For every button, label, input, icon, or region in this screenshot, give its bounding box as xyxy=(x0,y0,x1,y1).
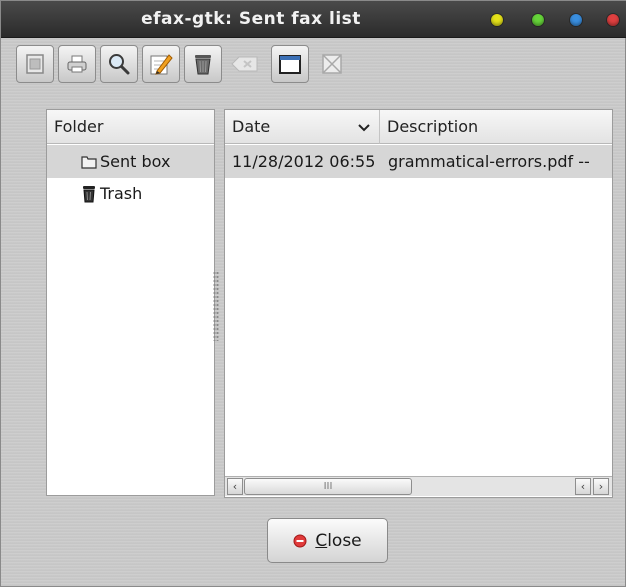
close-mnemonic: C xyxy=(315,530,328,551)
close-label-rest: lose xyxy=(327,530,362,551)
titlebar[interactable]: efax-gtk: Sent fax list xyxy=(1,1,626,38)
fax-date-cell: 11/28/2012 06:55 xyxy=(232,152,376,171)
chevron-down-icon xyxy=(358,124,370,132)
pane-splitter[interactable] xyxy=(213,271,219,341)
folder-column-header[interactable]: Folder xyxy=(47,110,214,144)
maximize-button[interactable] xyxy=(532,14,544,26)
horizontal-scrollbar[interactable]: ‹ III ‹ › xyxy=(225,476,612,496)
folder-item-trash[interactable]: Trash xyxy=(47,180,214,210)
scrollbar-thumb[interactable]: III xyxy=(244,478,412,495)
scroll-right-arrow-icon[interactable]: › xyxy=(593,478,609,495)
scroll-left-arrow-icon[interactable]: ‹ xyxy=(227,478,243,495)
date-column-label: Date xyxy=(232,117,271,136)
delete-fax-icon xyxy=(195,55,211,75)
scroll-left-arrow-icon[interactable]: ‹ xyxy=(575,478,591,495)
print-icon xyxy=(67,55,87,73)
folder-item-label: Trash xyxy=(100,184,143,203)
print-fax-button[interactable] xyxy=(58,45,96,83)
view-icon xyxy=(26,54,44,74)
delete-fax-button[interactable] xyxy=(184,45,222,83)
edit-description-icon xyxy=(150,54,173,75)
empty-trash-icon xyxy=(231,56,258,72)
thumb-grip: III xyxy=(323,481,333,492)
window-title: efax-gtk: Sent fax list xyxy=(141,9,361,29)
folder-tree[interactable]: Folder Sent box Trash xyxy=(46,109,215,496)
toolbar xyxy=(16,45,616,85)
close-button-label: Close xyxy=(315,531,361,551)
description-column-header[interactable]: Description xyxy=(380,110,612,144)
folder-item-sent-box[interactable]: Sent box xyxy=(47,145,214,178)
folder-icon xyxy=(81,156,97,169)
close-button[interactable]: Close xyxy=(267,518,388,563)
edit-description-button[interactable] xyxy=(142,45,180,83)
new-folder-button[interactable] xyxy=(271,45,309,83)
sent-fax-list-window: efax-gtk: Sent fax list Folder Sent box … xyxy=(0,0,626,587)
describe-fax-button[interactable] xyxy=(100,45,138,83)
describe-icon xyxy=(109,54,130,75)
close-stop-icon xyxy=(293,534,307,547)
shade-button[interactable] xyxy=(570,14,582,26)
minimize-button[interactable] xyxy=(491,14,503,26)
close-window-button[interactable] xyxy=(607,14,619,26)
fax-description-cell: grammatical-errors.pdf -- xyxy=(388,152,590,171)
delete-folder-button[interactable] xyxy=(313,45,351,83)
trash-icon xyxy=(83,186,95,203)
delete-folder-icon xyxy=(322,54,342,74)
table-row[interactable]: 11/28/2012 06:55 grammatical-errors.pdf … xyxy=(225,145,612,178)
date-column-header[interactable]: Date xyxy=(225,110,380,144)
view-fax-button[interactable] xyxy=(16,45,54,83)
empty-trash-button[interactable] xyxy=(226,45,264,83)
fax-list[interactable]: Date Description 11/28/2012 06:55 gramma… xyxy=(224,109,613,498)
folder-item-label: Sent box xyxy=(100,152,171,171)
new-folder-icon xyxy=(279,55,301,74)
